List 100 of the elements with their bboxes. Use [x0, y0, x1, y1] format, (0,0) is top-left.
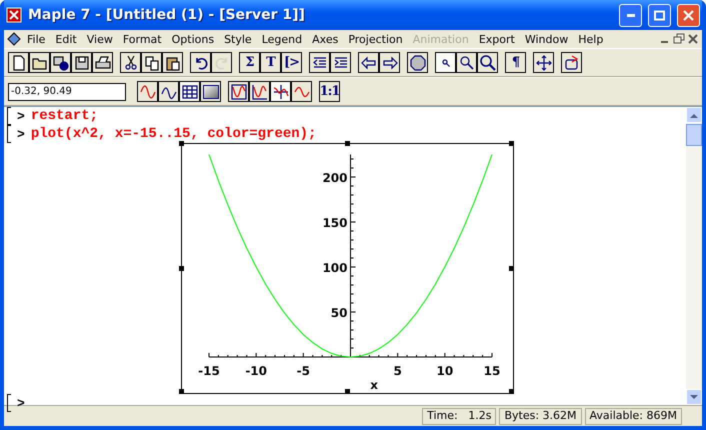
outdent-icon: [312, 54, 328, 70]
toolbar-button[interactable]: ¶: [505, 52, 526, 73]
menu-item[interactable]: Projection: [343, 32, 408, 46]
tick-label: 15: [484, 364, 500, 378]
close-icon: [683, 10, 694, 20]
toolbar-button[interactable]: [120, 52, 141, 73]
menu-item[interactable]: Help: [573, 32, 608, 46]
tick-label: 50: [330, 306, 348, 320]
magnifier-icon: [458, 54, 474, 70]
plot[interactable]: -15 -10 -5 5 10 15 50 100 150 200 x: [181, 143, 514, 394]
toolbar-button[interactable]: [270, 81, 291, 102]
toolbar-button[interactable]: [309, 52, 330, 73]
toolbar-button[interactable]: [407, 52, 428, 73]
framed-axes-icon: [252, 84, 268, 100]
toolbar-button[interactable]: [71, 52, 92, 73]
toolbar-button[interactable]: [379, 52, 400, 73]
toolbar-button[interactable]: [477, 52, 498, 73]
sine-wave-icon: [140, 84, 156, 100]
toolbar-button[interactable]: [533, 52, 554, 73]
toolbar-button[interactable]: [179, 81, 200, 102]
crossed-axes-icon: [272, 84, 288, 100]
resize-handle[interactable]: [345, 389, 350, 394]
export-icon: [564, 54, 580, 70]
maximize-button[interactable]: [648, 4, 671, 26]
right-arrow-icon: [382, 54, 398, 70]
status-pane: Time: 1.2s: [422, 408, 496, 424]
coordinates-field[interactable]: -0.32, 90.49: [8, 82, 126, 100]
new-document-icon: [10, 54, 26, 70]
menu-item[interactable]: Legend: [256, 32, 308, 46]
tick-label: 150: [322, 216, 348, 230]
prompt: >: [17, 396, 25, 410]
four-way-arrow-icon: [536, 54, 552, 70]
toolbar-button[interactable]: [435, 52, 456, 73]
toolbar-button[interactable]: [561, 52, 582, 73]
status-pane: Available: 869M: [584, 408, 682, 424]
scissors-icon: [122, 54, 138, 70]
minimize-icon: [626, 14, 634, 16]
resize-handle[interactable]: [179, 141, 184, 146]
toolbar-button[interactable]: [330, 52, 351, 73]
tick-label: -15: [198, 364, 220, 378]
toolbar-button[interactable]: [456, 52, 477, 73]
left-arrow-icon: [360, 54, 376, 70]
resize-handle[interactable]: [509, 389, 514, 394]
menu-item[interactable]: View: [82, 32, 118, 46]
toolbar-button[interactable]: [137, 81, 158, 102]
resize-handle[interactable]: [179, 389, 184, 394]
menu-item[interactable]: Axes: [307, 32, 344, 46]
toolbar-button[interactable]: [358, 52, 379, 73]
toolbar-button[interactable]: Σ: [239, 52, 260, 73]
resize-handle[interactable]: [509, 266, 514, 271]
toolbar-button[interactable]: [>: [281, 52, 302, 73]
tick-label: 5: [393, 364, 402, 378]
tick-label: 100: [322, 261, 348, 275]
down-arrow-icon: [690, 394, 698, 400]
grid-icon: [182, 84, 198, 100]
tick-label: -5: [296, 364, 310, 378]
menu-item[interactable]: Style: [219, 32, 257, 46]
minimize-button[interactable]: [619, 4, 642, 26]
toolbar-button[interactable]: [291, 81, 312, 102]
up-arrow-icon: [690, 112, 698, 118]
scrollbar-thumb[interactable]: [686, 124, 702, 146]
toolbar-button[interactable]: [141, 52, 162, 73]
toolbar-button[interactable]: [50, 52, 71, 73]
menu-item[interactable]: File: [22, 32, 50, 46]
tick-label: -10: [245, 364, 267, 378]
scroll-up-button[interactable]: [686, 107, 702, 123]
toolbar-button[interactable]: [200, 81, 221, 102]
command-input[interactable]: restart;: [30, 108, 98, 124]
app-icon: [6, 7, 22, 23]
close-button[interactable]: [677, 4, 700, 26]
toolbar-button[interactable]: 1:1: [319, 81, 340, 102]
menu-item[interactable]: Edit: [50, 32, 82, 46]
close-icon[interactable]: [686, 32, 700, 46]
toolbar-button[interactable]: [249, 81, 270, 102]
toolbar-button[interactable]: [29, 52, 50, 73]
prompt: >: [17, 108, 25, 124]
gradient-icon: [202, 84, 218, 98]
toolbar-button[interactable]: [228, 81, 249, 102]
menu-item[interactable]: Export: [474, 32, 520, 46]
resize-handle[interactable]: [345, 141, 350, 146]
prompt: >: [17, 126, 25, 142]
toolbar-button[interactable]: [8, 52, 29, 73]
clipboard-icon: [164, 54, 180, 70]
maximize-icon: [654, 10, 665, 20]
scroll-down-button[interactable]: [686, 389, 702, 405]
restore-icon[interactable]: [672, 32, 686, 46]
menu-item[interactable]: Format: [118, 32, 167, 46]
window-title: Maple 7 - [Untitled (1) - [Server 1]]: [28, 7, 306, 23]
command-input[interactable]: plot(x^2, x=-15..15, color=green);: [30, 126, 316, 142]
toolbar-button[interactable]: [162, 52, 183, 73]
menu-item[interactable]: Options: [166, 32, 220, 46]
toolbar-button[interactable]: [190, 52, 211, 73]
status-pane: Bytes: 3.62M: [499, 408, 582, 424]
toolbar-button[interactable]: [158, 81, 179, 102]
magnifier-icon: [480, 54, 496, 70]
resize-handle[interactable]: [509, 141, 514, 146]
menu-item[interactable]: Window: [520, 32, 574, 46]
toolbar-button[interactable]: [92, 52, 113, 73]
resize-handle[interactable]: [179, 266, 184, 271]
toolbar-button[interactable]: T: [260, 52, 281, 73]
